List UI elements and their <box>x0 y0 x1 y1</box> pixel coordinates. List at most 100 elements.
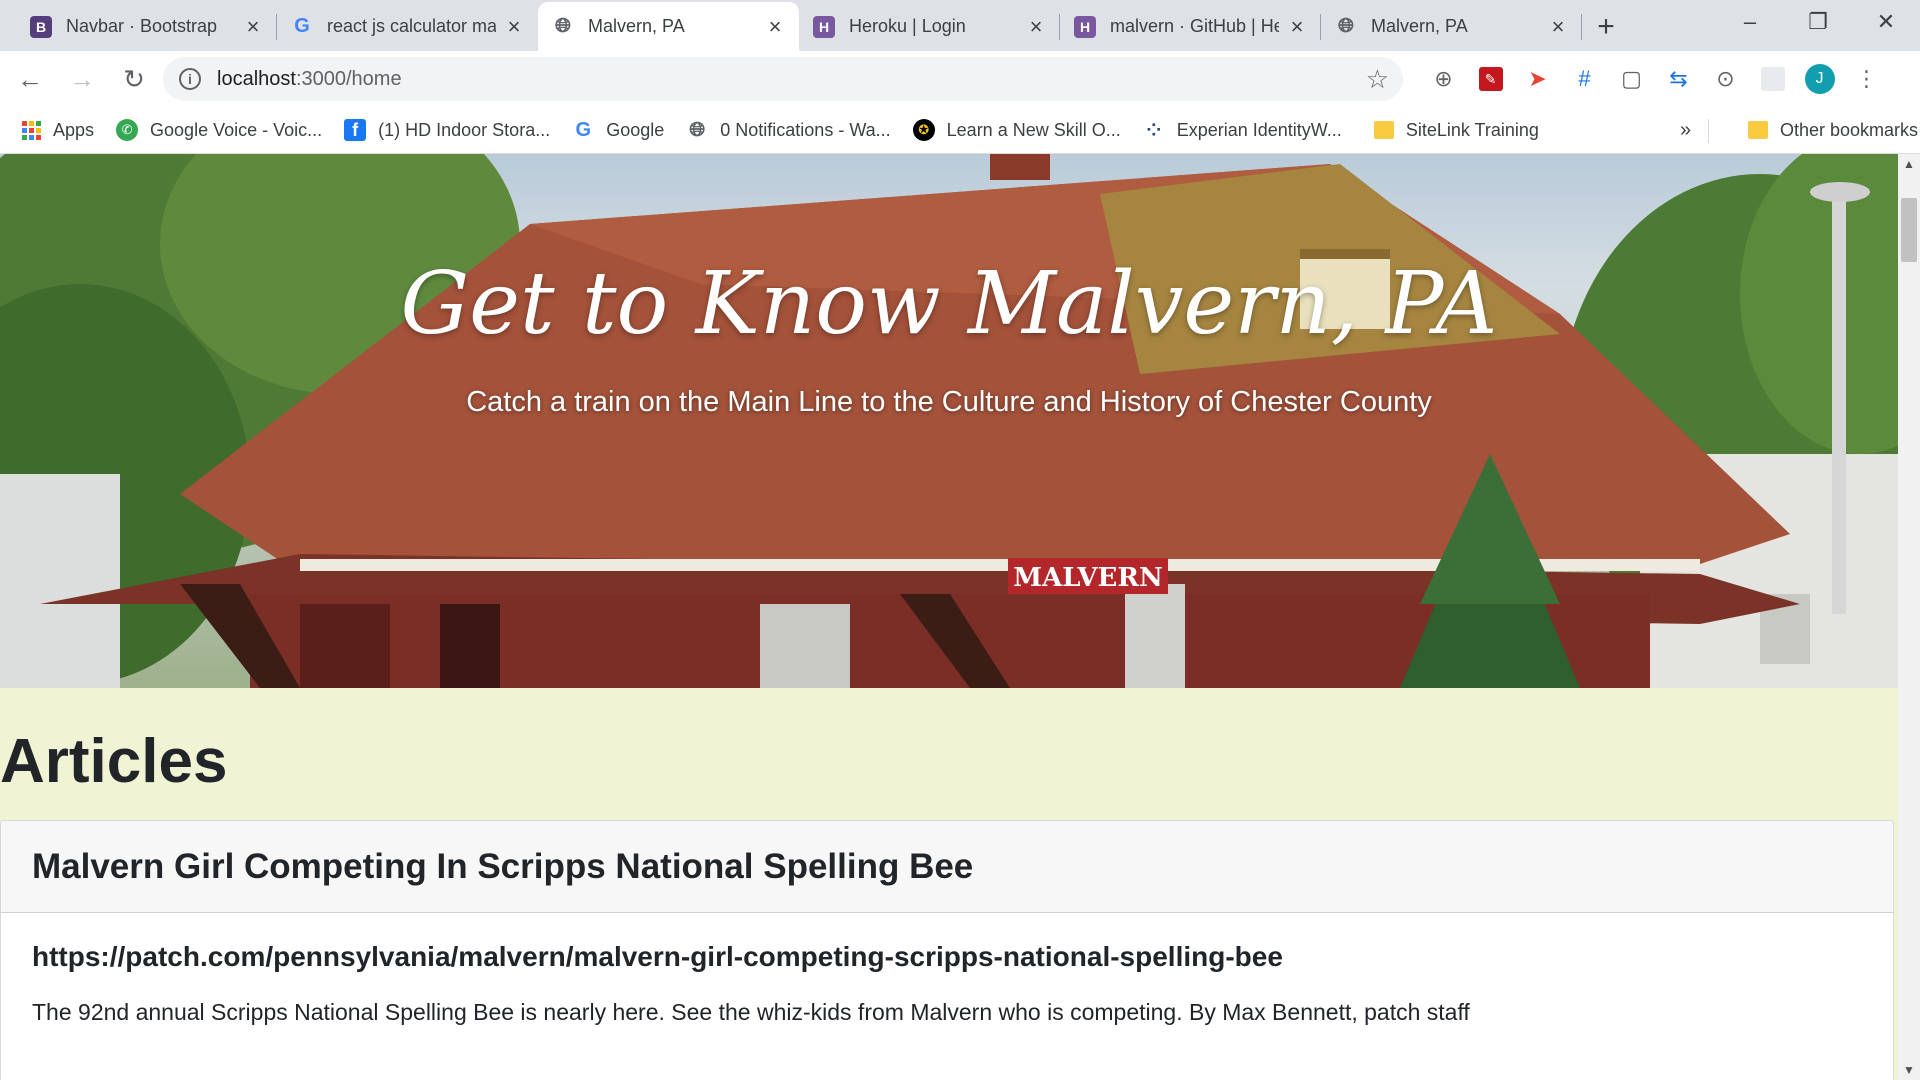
tab-react-calculator[interactable]: G react js calculator ma × <box>277 2 538 51</box>
scroll-up-arrow-icon[interactable]: ▲ <box>1898 154 1920 174</box>
tab-title: Malvern, PA <box>1371 16 1468 36</box>
plus-icon: + <box>1597 9 1615 43</box>
bookmark-experian[interactable]: ⁘ Experian IdentityW... <box>1143 119 1342 141</box>
bookmark-label: Experian IdentityW... <box>1176 119 1342 140</box>
bookmark-label: Apps <box>53 119 95 140</box>
close-icon[interactable]: × <box>243 14 263 40</box>
cast-extension-icon[interactable]: ➤ <box>1514 59 1561 99</box>
tab-strip: B Navbar · Bootstrap × G react js calcul… <box>0 0 1920 51</box>
close-window-button[interactable]: ✕ <box>1852 0 1920 44</box>
tab-malvern-2[interactable]: 🌐︎ Malvern, PA × <box>1321 2 1582 51</box>
folder-icon <box>1748 121 1768 139</box>
hero-banner: MALVERN Get to Know Malvern, PA Catch a … <box>0 154 1898 688</box>
pdf-icon: ✎ <box>1478 67 1503 91</box>
globe-icon: 🌐︎ <box>689 118 706 141</box>
bookmark-apps[interactable]: Apps <box>22 120 94 141</box>
tab-title: malvern · GitHub | He <box>1110 16 1279 36</box>
scrollbar-thumb[interactable] <box>1901 198 1917 262</box>
tab-malvern-active[interactable]: 🌐︎ Malvern, PA × <box>538 2 799 51</box>
article-link[interactable]: https://patch.com/pennsylvania/malvern/m… <box>32 941 1862 973</box>
tab-malvern-github[interactable]: H malvern · GitHub | He × <box>1060 2 1321 51</box>
bookmark-google[interactable]: G Google <box>572 119 664 141</box>
tab-title: Heroku | Login <box>849 16 966 36</box>
blank-extension-icon[interactable] <box>1749 59 1796 99</box>
window-controls: – ❐ ✕ <box>1716 0 1920 44</box>
bootstrap-icon: B <box>30 15 52 38</box>
tab-title: Navbar · Bootstrap <box>66 16 218 36</box>
other-bookmarks[interactable]: Other bookmarks <box>1748 120 1918 141</box>
google-voice-icon: ✆ <box>116 119 139 141</box>
zoom-extension-icon[interactable]: ⊕ <box>1420 59 1467 99</box>
bookmark-sitelink[interactable]: SiteLink Training <box>1373 119 1539 141</box>
station-sign-text: MALVERN <box>1013 563 1163 593</box>
bookmark-label: Google Voice - Voic... <box>150 119 323 140</box>
globe-icon: 🌐︎ <box>1338 15 1354 37</box>
browser-toolbar: ← → ↻ i localhost:3000/home ☆ ⊕ ✎ ➤ # ▢ … <box>0 51 1920 107</box>
article-card: Malvern Girl Competing In Scripps Nation… <box>0 820 1894 1080</box>
tab-list: B Navbar · Bootstrap × G react js calcul… <box>0 2 1630 51</box>
hero-title: Get to Know Malvern, PA <box>400 254 1498 354</box>
bookmark-star-icon[interactable]: ☆ <box>1366 64 1389 95</box>
menu-button[interactable]: ⋮ <box>1843 59 1890 99</box>
hero-subtitle: Catch a train on the Main Line to the Cu… <box>466 386 1432 418</box>
minimize-button[interactable]: – <box>1716 0 1784 44</box>
page-viewport: MALVERN Get to Know Malvern, PA Catch a … <box>0 154 1898 1080</box>
info-icon[interactable]: i <box>179 68 201 90</box>
bookmark-label: Learn a New Skill O... <box>946 119 1121 140</box>
new-tab-button[interactable]: + <box>1582 2 1630 51</box>
tab-navbar-bootstrap[interactable]: B Navbar · Bootstrap × <box>16 2 277 51</box>
restore-button[interactable]: ❐ <box>1784 0 1852 44</box>
bookmark-notifications[interactable]: 🌐︎ 0 Notifications - Wa... <box>686 119 890 141</box>
url-text[interactable]: localhost:3000/home <box>217 68 402 91</box>
more-vertical-icon: ⋮ <box>1855 66 1878 91</box>
close-icon[interactable]: × <box>765 14 785 40</box>
close-icon[interactable]: × <box>1287 14 1307 40</box>
bookmark-hd-indoor[interactable]: f (1) HD Indoor Stora... <box>344 119 550 141</box>
bookmarks-bar: Apps ✆ Google Voice - Voic... f (1) HD I… <box>0 107 1920 154</box>
extensions-area: ⊕ ✎ ➤ # ▢ ⇆ ⊙ J ⋮ <box>1420 59 1890 99</box>
articles-heading: Articles <box>0 727 228 796</box>
close-icon[interactable]: × <box>1026 14 1046 40</box>
experian-icon: ⁘ <box>1146 119 1162 140</box>
reload-icon: ↻ <box>123 63 145 94</box>
bookmark-label: SiteLink Training <box>1405 119 1539 140</box>
train-station-illustration: MALVERN <box>0 154 1898 688</box>
google-icon: G <box>575 118 591 141</box>
bookmark-google-voice[interactable]: ✆ Google Voice - Voic... <box>116 119 322 141</box>
url-host: localhost <box>217 67 296 90</box>
close-icon[interactable]: × <box>504 14 524 40</box>
address-bar[interactable]: i localhost:3000/home ☆ <box>163 57 1403 101</box>
other-bookmarks-label: Other bookmarks <box>1780 119 1919 140</box>
bookmarks-divider <box>1708 119 1709 143</box>
bookmark-label: Google <box>606 119 665 140</box>
facebook-icon: f <box>344 119 367 141</box>
tab-heroku-login[interactable]: H Heroku | Login × <box>799 2 1060 51</box>
page-scrollbar[interactable]: ▲ ▼ <box>1898 154 1920 1080</box>
crop-extension-icon[interactable]: # <box>1561 59 1608 99</box>
acrobat-extension-icon[interactable]: ✎ <box>1467 59 1514 99</box>
forward-button[interactable]: → <box>60 57 104 101</box>
profile-button[interactable]: J <box>1796 59 1843 99</box>
arrow-left-icon: ← <box>17 63 43 94</box>
screenshot-extension-icon[interactable]: ▢ <box>1608 59 1655 99</box>
placeholder-icon <box>1760 67 1785 91</box>
reload-button[interactable]: ↻ <box>112 57 156 101</box>
code-extension-icon[interactable]: ⊙ <box>1702 59 1749 99</box>
tab-divider <box>1581 14 1582 40</box>
url-path: :3000/home <box>295 67 402 90</box>
apps-icon <box>22 120 41 140</box>
avatar: J <box>1804 64 1835 94</box>
back-button[interactable]: ← <box>8 57 52 101</box>
scroll-down-arrow-icon[interactable]: ▼ <box>1898 1060 1920 1080</box>
article-description: The 92nd annual Scripps National Spellin… <box>32 999 1470 1025</box>
heroku-icon: H <box>1074 15 1096 38</box>
article-title: Malvern Girl Competing In Scripps Nation… <box>1 821 1893 913</box>
heroku-icon: H <box>813 15 835 38</box>
close-icon[interactable]: × <box>1548 14 1568 40</box>
bookmark-label: 0 Notifications - Wa... <box>720 119 891 140</box>
sync-extension-icon[interactable]: ⇆ <box>1655 59 1702 99</box>
bookmark-learn-skill[interactable]: ✪ Learn a New Skill O... <box>912 119 1121 141</box>
bookmarks-overflow-button[interactable]: » <box>1680 119 1691 142</box>
bookmark-label: (1) HD Indoor Stora... <box>378 119 551 140</box>
articles-section: Articles Malvern Girl Competing In Scrip… <box>0 688 1898 1080</box>
